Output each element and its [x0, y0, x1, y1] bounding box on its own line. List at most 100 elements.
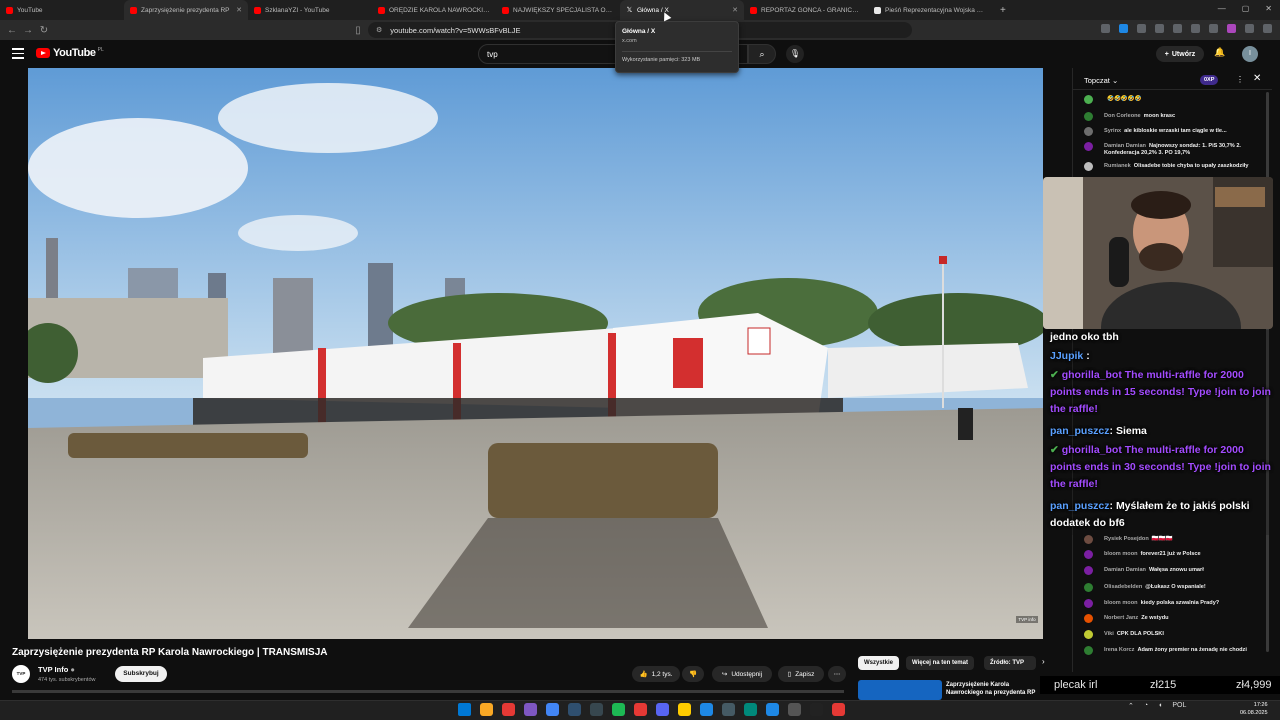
extension-icon[interactable] — [1173, 24, 1182, 33]
voice-search-icon[interactable]: 🎙 — [786, 45, 804, 63]
search-button[interactable]: ⌕ — [748, 44, 776, 64]
network-icon[interactable]: ◔ — [1144, 702, 1148, 710]
recommendation-thumbnail[interactable] — [858, 680, 942, 700]
chat-avatar[interactable] — [1084, 162, 1093, 171]
extension-icon[interactable] — [1155, 24, 1164, 33]
chat-avatar[interactable] — [1084, 646, 1093, 655]
extension-icon[interactable] — [1209, 24, 1218, 33]
app-icon[interactable] — [744, 703, 757, 716]
chevron-right-icon[interactable]: › — [1042, 657, 1045, 666]
chat-author[interactable]: Rumianek — [1104, 163, 1131, 169]
app-icon[interactable] — [502, 703, 515, 716]
close-tab-icon[interactable]: ✕ — [732, 6, 738, 14]
dislike-button[interactable]: 👎 — [682, 666, 704, 682]
save-button[interactable]: ▯ Zapisz — [778, 666, 824, 682]
spotify-icon[interactable] — [612, 703, 625, 716]
more-actions-button[interactable]: ⋯ — [828, 666, 846, 682]
chat-avatar[interactable] — [1084, 550, 1093, 559]
chat-avatar[interactable] — [1084, 142, 1093, 151]
steam-icon[interactable] — [568, 703, 581, 716]
close-icon[interactable]: ✕ — [1253, 73, 1261, 84]
browser-tab[interactable]: SzklanaYZI - YouTube — [248, 0, 372, 20]
browser-tab[interactable]: YouTube — [0, 0, 124, 20]
close-tab-icon[interactable]: ✕ — [236, 6, 242, 14]
chat-author[interactable]: Damian Damian — [1104, 567, 1146, 573]
chat-author[interactable]: bloom moon — [1104, 600, 1138, 606]
chip-all[interactable]: Wszystkie — [858, 656, 900, 670]
share-button[interactable]: ↪ Udostępnij — [712, 666, 772, 682]
extension-icon[interactable] — [1137, 24, 1146, 33]
volume-icon[interactable]: ◖ — [1158, 702, 1162, 710]
app-icon[interactable] — [810, 703, 823, 716]
forward-icon[interactable]: → — [20, 25, 36, 36]
new-tab-button[interactable]: + — [1000, 5, 1006, 16]
more-icon[interactable]: ⋮ — [1236, 75, 1244, 84]
menu-hamburger-icon[interactable] — [12, 48, 24, 59]
clock[interactable]: 17:26 06.08.2025 — [1240, 701, 1268, 717]
notes-icon[interactable] — [678, 703, 691, 716]
obs-icon[interactable] — [590, 703, 603, 716]
chip-source[interactable]: Źródło: TVP — [984, 656, 1036, 670]
avatar[interactable]: I — [1242, 46, 1258, 62]
browser-tab[interactable]: Pieśń Reprezentacyjna Wojska Polskiego — [868, 0, 992, 20]
browser-tab[interactable]: ORĘDZIE KAROLA NAWROCKIEGO — [372, 0, 496, 20]
chat-author[interactable]: Syrinx — [1104, 128, 1121, 134]
file-explorer-icon[interactable] — [480, 703, 493, 716]
chat-avatar[interactable] — [1084, 599, 1093, 608]
chat-author[interactable]: Olisadebelden — [1104, 584, 1142, 590]
channel-avatar[interactable]: TVP Info — [12, 665, 30, 694]
xp-badge[interactable]: 0XP — [1200, 75, 1219, 85]
extension-icon[interactable] — [1245, 24, 1254, 33]
notifications-bell-icon[interactable]: 🔔 — [1214, 47, 1225, 58]
subscribe-button[interactable]: Subskrybuj — [115, 666, 167, 682]
bookmark-icon[interactable]: ▯ — [350, 25, 366, 36]
chat-author[interactable]: bloom moon — [1104, 551, 1138, 557]
chat-avatar[interactable] — [1084, 127, 1093, 136]
app-icon[interactable] — [788, 703, 801, 716]
settings-icon[interactable] — [722, 703, 735, 716]
chat-avatar[interactable] — [1084, 566, 1093, 575]
discord-icon[interactable] — [524, 703, 537, 716]
like-button[interactable]: 👍 1,2 tys. — [632, 666, 680, 682]
extension-icon[interactable] — [1119, 24, 1128, 33]
chevron-up-icon[interactable]: ⌃ — [1128, 702, 1134, 710]
channel-name[interactable]: TVP Info ● — [38, 665, 75, 674]
back-icon[interactable]: ← — [4, 25, 20, 36]
youtube-logo[interactable]: YouTube PL — [36, 47, 104, 59]
chat-author[interactable]: Rysiek Posejdon — [1104, 536, 1149, 542]
extension-icon[interactable] — [1191, 24, 1200, 33]
chat-author[interactable]: Norbert Janz — [1104, 615, 1138, 621]
chat-avatar[interactable] — [1084, 614, 1093, 623]
chrome-icon[interactable] — [546, 703, 559, 716]
chat-avatar[interactable] — [1084, 112, 1093, 121]
site-info-icon[interactable]: ⚙ — [376, 26, 382, 34]
reload-icon[interactable]: ↻ — [36, 25, 52, 36]
recommendation-title[interactable]: Zaprzysiężenie Karola Nawrockiego na pre… — [946, 682, 1042, 697]
chat-avatar[interactable] — [1084, 535, 1093, 544]
minimize-icon[interactable]: — — [1218, 4, 1226, 13]
browser-tab[interactable]: Zaprzysiężenie prezydenta RP ✕ — [124, 0, 248, 20]
chat-author[interactable]: Viki — [1104, 631, 1114, 637]
app-icon[interactable] — [700, 703, 713, 716]
extension-icon[interactable] — [1227, 24, 1236, 33]
chat-avatar[interactable] — [1084, 95, 1093, 104]
windows-start-icon[interactable] — [458, 703, 471, 716]
app-icon[interactable] — [766, 703, 779, 716]
app-icon[interactable] — [656, 703, 669, 716]
close-window-icon[interactable]: ✕ — [1265, 4, 1272, 13]
browser-tab[interactable]: NAJWIĘKSZY SPECJALISTA OD AI W — [496, 0, 620, 20]
browser-tab-active[interactable]: 𝕏 Główna / X ✕ — [620, 0, 744, 20]
create-button[interactable]: + Utwórz — [1156, 46, 1204, 62]
extension-icon[interactable] — [1101, 24, 1110, 33]
video-player[interactable]: TVP info — [28, 68, 1043, 639]
youtube-icon[interactable] — [634, 703, 647, 716]
language-indicator[interactable]: POL — [1172, 702, 1186, 710]
chip-related[interactable]: Więcej na ten temat — [906, 656, 974, 670]
chat-mode-dropdown[interactable]: Topczat ⌄ — [1084, 76, 1118, 85]
chat-author[interactable]: Don Corleone — [1104, 113, 1141, 119]
chat-avatar[interactable] — [1084, 583, 1093, 592]
record-icon[interactable] — [832, 703, 845, 716]
chat-avatar[interactable] — [1084, 630, 1093, 639]
chat-author[interactable]: Damian Damian — [1104, 143, 1146, 149]
maximize-icon[interactable]: ▢ — [1242, 4, 1250, 13]
